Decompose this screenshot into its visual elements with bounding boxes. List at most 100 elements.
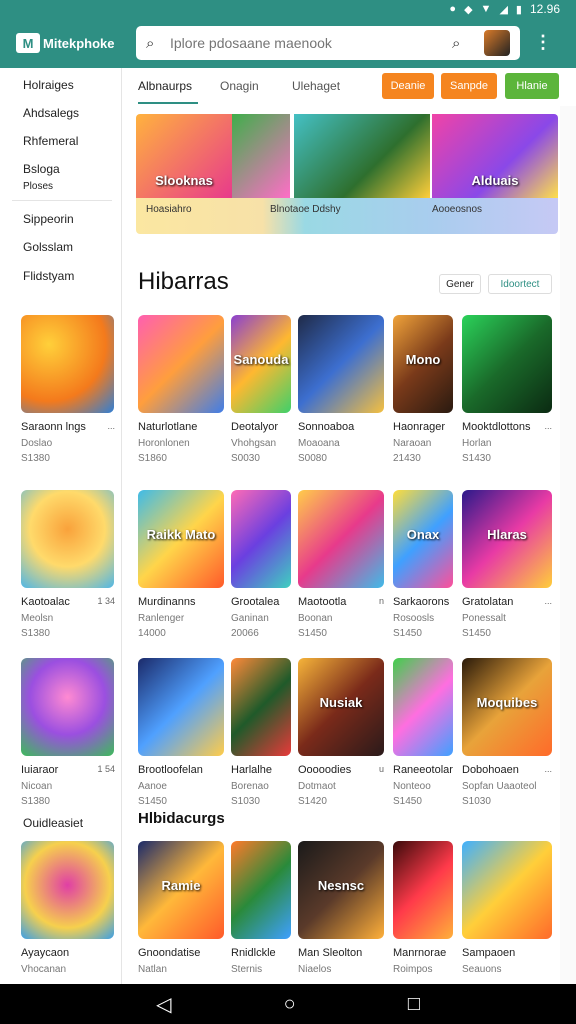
card-meta: 1 54 [97,764,115,774]
sidebar-item[interactable]: Bsloga [23,162,60,176]
search-icon[interactable]: ⌕ [146,35,170,52]
card-title: Mooktdlottons [462,421,531,433]
card-price: S1860 [138,453,167,464]
card-subtitle: Seauons [462,964,502,975]
recent-apps-icon[interactable]: □ [408,993,420,1016]
game-card[interactable]: Maotootla n Boonan S1450 [298,490,384,639]
game-thumbnail[interactable] [462,315,552,413]
game-thumbnail[interactable] [298,490,384,588]
game-card[interactable]: Sonnoaboa Moaoana S0080 [298,315,384,464]
sidebar-item[interactable]: Ploses [23,181,53,192]
game-thumbnail[interactable] [231,841,291,939]
game-thumbnail[interactable] [231,658,291,756]
game-thumbnail[interactable] [393,658,453,756]
game-card[interactable]: Ramie Gnoondatise Natlan [138,841,224,975]
game-thumbnail[interactable] [21,841,114,939]
home-icon[interactable]: ○ [284,993,296,1016]
brand-name: Mitekphoke [43,35,115,51]
search-bar[interactable]: ⌕ ⌕ [136,26,520,60]
banner-caption: Aooeosnos [432,204,483,215]
game-thumbnail[interactable] [231,490,291,588]
game-card[interactable]: Nesnsc Man Sleolton Niaelos [298,841,384,975]
sidebar-item[interactable]: Sippeorin [23,212,74,226]
card-title: Harlalhe [231,764,272,776]
sidebar-item[interactable]: Golsslam [23,240,73,254]
thumbnail-art-text: Sanouda [233,352,289,368]
game-thumbnail[interactable] [21,315,114,413]
game-thumbnail[interactable]: Hlaras [462,490,552,588]
game-card[interactable]: Raikk Mato Murdinanns Ranlenger 14000 [138,490,224,639]
back-icon[interactable]: ◁ [156,992,171,1017]
game-card[interactable]: Rnidlckle Sternis [231,841,291,975]
sanpde-button[interactable]: Sanpde [441,73,497,99]
card-price: 21430 [393,453,421,464]
banner-caption-strip [136,198,558,234]
game-card[interactable]: Harlalhe Borenao S1030 [231,658,291,807]
card-price: 20066 [231,628,259,639]
signal-icon: ◢ [499,3,508,16]
game-card[interactable]: Nusiak Ooooodies u Dotmaot S1420 [298,658,384,807]
tab-onagin[interactable]: Onagin [220,79,259,93]
game-thumbnail[interactable]: Nesnsc [298,841,384,939]
game-card[interactable]: Mooktdlottons... Horlan S1430 [462,315,552,464]
sidebar-game-card[interactable]: Saraonn lngs... Doslao S1380 [21,315,115,464]
game-thumbnail[interactable] [462,841,552,939]
banner-slide[interactable] [232,114,290,198]
banner-caption: Hoasiahro [146,204,192,215]
banner-slide[interactable] [294,114,430,198]
search-submit-icon[interactable]: ⌕ [452,35,476,52]
game-card[interactable]: Naturlotlane Horonlonen S1860 [138,315,224,464]
game-thumbnail[interactable] [393,841,453,939]
game-card[interactable]: Grootalea Ganinan 20066 [231,490,291,639]
card-meta: u [378,764,384,774]
card-title: Ooooodies [298,764,352,776]
card-subtitle: Ganinan [231,613,269,624]
game-card[interactable]: Onax Sarkaorons Rosoosls S1450 [393,490,453,639]
game-thumbnail[interactable]: Mono [393,315,453,413]
game-card[interactable]: Manrnorae Roimpos [393,841,453,975]
avatar[interactable] [484,30,510,56]
filter-chip-idoortect[interactable]: Idoortect [488,274,552,294]
sidebar-game-card[interactable]: Ayaycaon Vhocanan [21,841,115,975]
card-price: S1450 [393,628,422,639]
tab-albnaurps[interactable]: Albnaurps [138,79,192,93]
game-thumbnail[interactable] [138,658,224,756]
game-thumbnail[interactable] [138,315,224,413]
more-menu-icon[interactable]: ⋮ [534,32,552,53]
sidebar-item[interactable]: Ahdsalegs [23,106,79,120]
game-card[interactable]: Raneeotolart Nonteoo S1450 [393,658,453,807]
game-card[interactable]: Mono Haonrager Naraoan 21430 [393,315,453,464]
game-thumbnail[interactable]: Onax [393,490,453,588]
game-thumbnail[interactable] [21,658,114,756]
game-thumbnail[interactable]: Moquibes [462,658,552,756]
game-thumbnail[interactable]: Raikk Mato [138,490,224,588]
game-thumbnail[interactable]: Sanouda [231,315,291,413]
filter-chip-gener[interactable]: Gener [439,274,481,294]
featured-banner[interactable]: Slooknas Alduais Hoasiahro Blnotaoe Ddsh… [136,114,558,234]
hlanie-button[interactable]: Hlanie [505,73,559,99]
sidebar-item[interactable]: Rhfemeral [23,134,78,148]
game-thumbnail[interactable] [298,315,384,413]
card-price: S1380 [21,453,50,464]
deanie-button[interactable]: Deanie [382,73,434,99]
search-input[interactable] [170,35,452,51]
game-thumbnail[interactable]: Ramie [138,841,224,939]
game-thumbnail[interactable]: Nusiak [298,658,384,756]
card-subtitle: Natlan [138,964,167,975]
sidebar-game-card[interactable]: Kaotoalac 1 34 Meolsn S1380 [21,490,115,639]
game-card[interactable]: Brootloofelan Aanoe S1450 [138,658,224,807]
game-card[interactable]: Sanouda Deotalyor Vhohgsan S0030 [231,315,291,464]
sidebar-item[interactable]: Holraiges [23,78,74,92]
sidebar-item[interactable]: Flidstyam [23,269,74,283]
game-card[interactable]: Hlaras Gratolatan... Ponessalt S1450 [462,490,552,639]
card-title: Raneeotolart [393,764,453,776]
game-thumbnail[interactable] [21,490,114,588]
tab-ulehaget[interactable]: Ulehaget [292,79,340,93]
game-card[interactable]: Sampaoen Seauons [462,841,552,975]
sidebar-game-card[interactable]: Iuiaraor 1 54 Nicoan S1380 [21,658,115,807]
game-card[interactable]: Moquibes Dobohoaen... Sopfan Uaaoteol S1030 [462,658,552,807]
brand[interactable]: M Mitekphoke [16,33,126,53]
banner-slide[interactable]: Alduais [432,114,558,198]
banner-slide[interactable]: Slooknas [136,114,232,198]
card-price: S1420 [298,796,327,807]
